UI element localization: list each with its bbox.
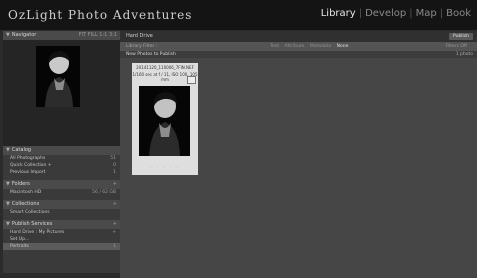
folders-title: Folders [11,181,30,187]
zoom-options[interactable]: FIT FILL 1:1 3:1 [79,31,117,40]
expand-triangle-icon: ▼ [6,181,10,187]
portrait-preview-image [36,46,80,107]
new-photos-section-header[interactable]: New Photos to Publish 1 photo [120,51,477,58]
badge-icon [187,76,196,84]
expand-triangle-icon: ▼ [6,32,10,38]
publish-toolbar: Hard Drive Publish [120,31,477,42]
catalog-header[interactable]: ▼ Catalog [3,146,120,155]
identity-plate-bar: OzLight Photo Adventures Library | Develop… [0,0,477,30]
module-library[interactable]: Library [321,8,356,19]
filter-options: Text Attribute Metadata None [270,42,348,51]
navigator-header[interactable]: ▼ Navigator FIT FILL 1:1 3:1 [3,31,120,40]
navigator-title: Navigator [11,32,37,38]
module-book[interactable]: Book [446,8,471,19]
module-map[interactable]: Map [416,8,437,19]
grid-view: Hard Drive Publish Library Filter : Text… [120,31,477,278]
photo-filename: 20141120_110006_7FIN.NEF [136,65,194,70]
folders-header[interactable]: ▼ Folders + [3,180,120,189]
publish-services-header[interactable]: ▼ Publish Services + [3,220,120,229]
section-count: 1 photo [455,52,473,57]
module-develop[interactable]: Develop [365,8,406,19]
expand-triangle-icon: ▼ [6,147,10,153]
left-panel: ▼ Navigator FIT FILL 1:1 3:1 ▼ Catalog All… [3,31,120,273]
section-title: New Photos to Publish [126,52,176,57]
add-folder-icon[interactable]: + [113,180,117,189]
add-service-icon[interactable]: + [113,220,117,229]
collections-title: Collections [11,201,40,207]
catalog-item-previous-import[interactable]: Previous Import 1 [3,169,120,176]
filter-attribute[interactable]: Attribute [285,44,305,49]
folder-item-macintosh-hd[interactable]: Macintosh HD 56 / 62 GB [3,189,120,196]
filter-none[interactable]: None [337,44,349,49]
publish-item-setup[interactable]: Set Up... [3,236,120,243]
catalog-title: Catalog [11,147,32,153]
publish-item-hard-drive[interactable]: Hard Drive : My Pictures + [3,229,120,236]
expand-triangle-icon: ▼ [6,201,10,207]
collection-item-smart-collections[interactable]: Smart Collections [3,209,120,216]
filter-label: Library Filter : [126,44,158,49]
catalog-item-quick-collection[interactable]: Quick Collection +0 [3,162,120,169]
filter-presets[interactable]: Filters Off [445,42,467,51]
thumbnail-cell[interactable]: 20141120_110006_7FIN.NEF 1/160 sec at f … [132,63,198,175]
brand-title: OzLight Photo Adventures [8,8,193,22]
catalog-item-all-photographs[interactable]: All Photographs 51 [3,155,120,162]
star-rating[interactable]: · · · · · [132,165,198,170]
expand-triangle-icon: ▼ [6,221,10,227]
collections-header[interactable]: ▼ Collections + [3,200,120,209]
library-filter-bar: Library Filter : Text Attribute Metadata… [120,42,477,51]
navigator-preview[interactable] [3,40,120,146]
thumbnail-grid: 20141120_110006_7FIN.NEF 1/160 sec at f … [120,58,477,278]
photo-thumbnail-image [139,86,190,156]
service-name: Hard Drive [126,33,153,39]
publish-button[interactable]: Publish [448,33,473,40]
filter-metadata[interactable]: Metadata [310,44,331,49]
module-picker: Library | Develop | Map | Book [320,8,471,19]
add-collection-icon[interactable]: + [113,200,117,209]
filter-text[interactable]: Text [270,44,279,49]
publish-services-title: Publish Services [11,221,53,227]
publish-item-portraits[interactable]: Portraits 1 [3,243,120,250]
